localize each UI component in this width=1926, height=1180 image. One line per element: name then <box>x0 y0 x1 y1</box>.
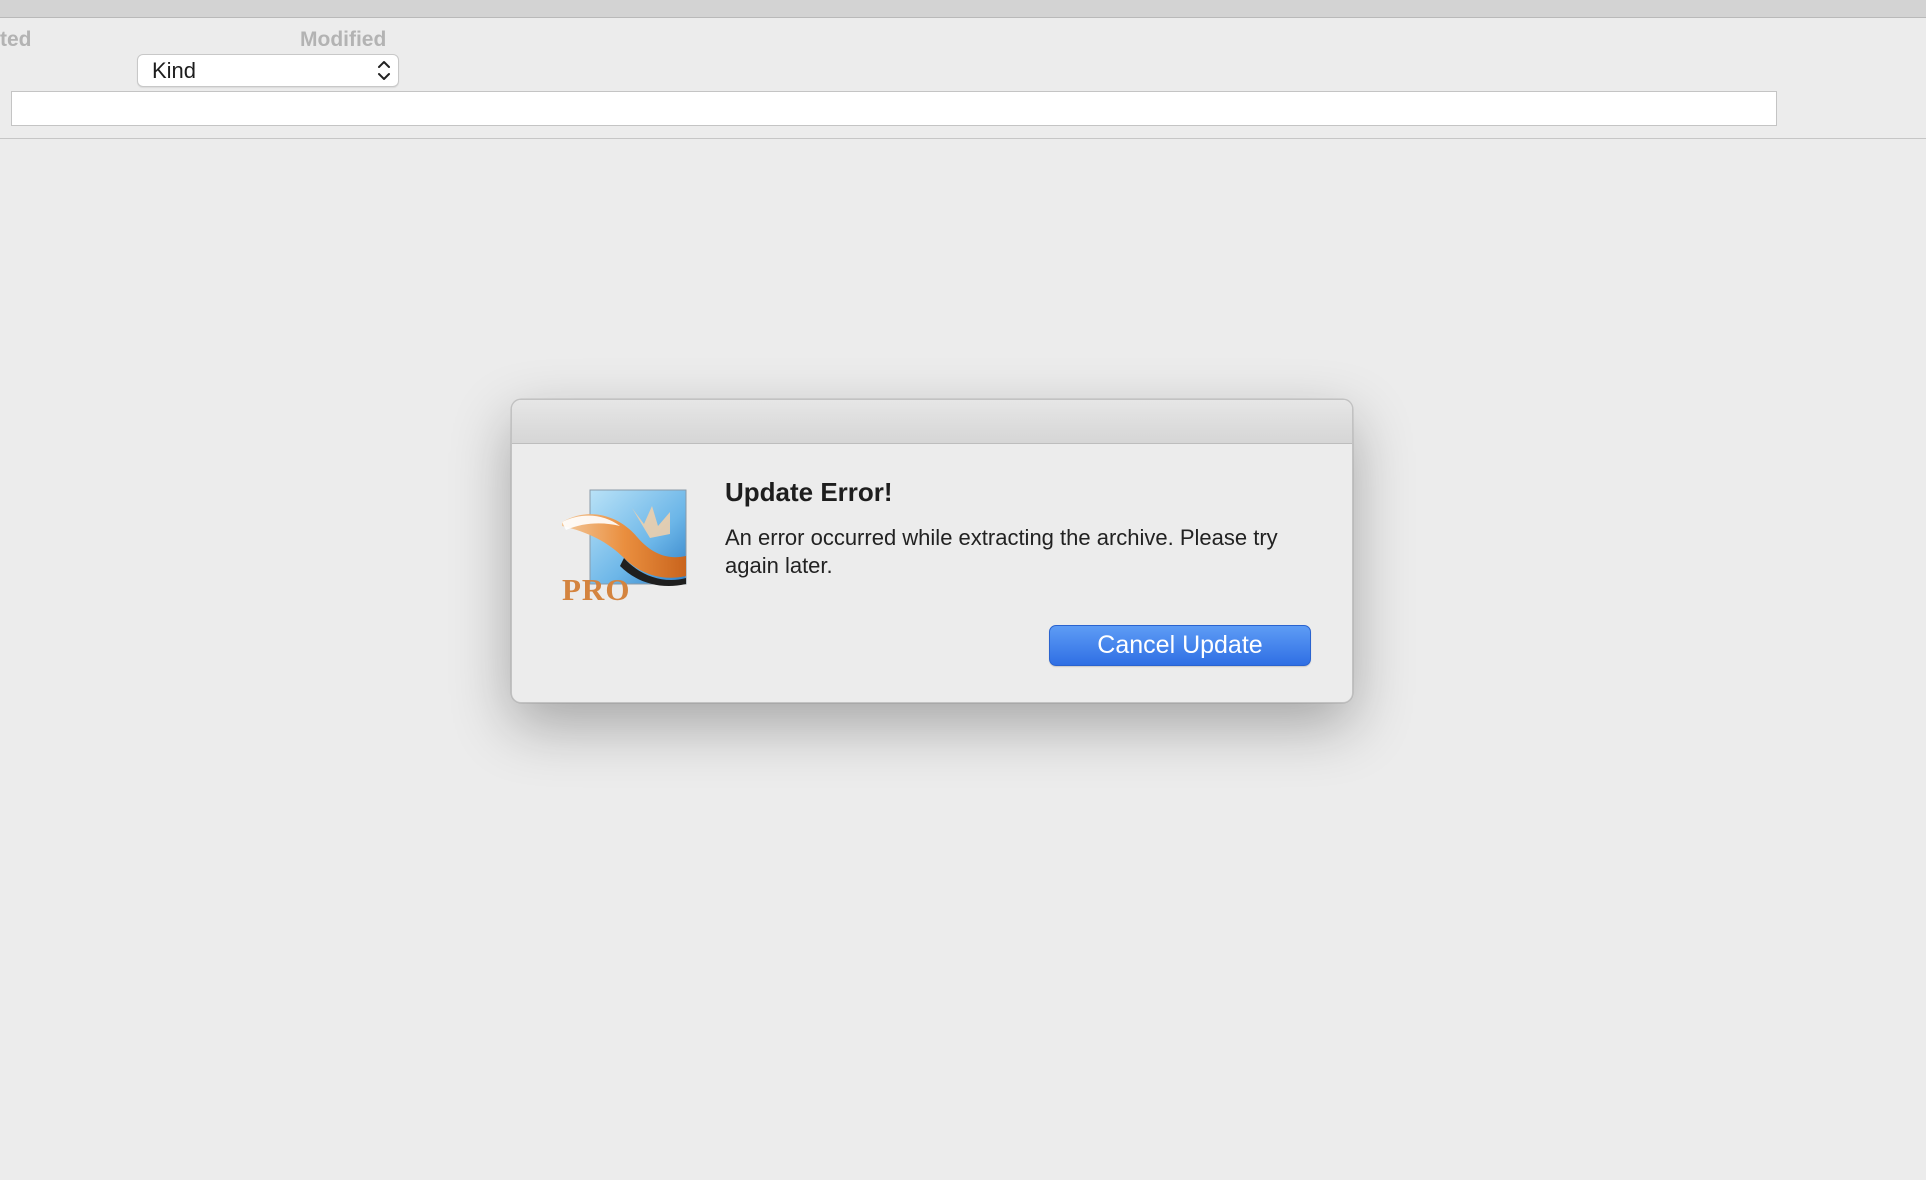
column-header-modified[interactable]: Modified <box>300 28 386 52</box>
dialog-message: An error occurred while extracting the a… <box>725 525 1278 578</box>
column-headers: ted Modified <box>0 24 420 54</box>
search-field[interactable] <box>11 91 1777 126</box>
icon-badge-text: PRO <box>562 572 631 607</box>
kind-select-value: Kind <box>152 58 197 83</box>
title-bar-strip <box>0 0 1926 18</box>
app-pro-icon: PRO <box>560 486 692 608</box>
cancel-update-button[interactable]: Cancel Update <box>1049 625 1311 666</box>
toolbar-divider <box>0 138 1926 139</box>
dialog-title: Update Error! <box>725 477 893 507</box>
dialog-titlebar <box>512 400 1352 444</box>
update-error-dialog: PRO Update Error! An error occurred whil… <box>511 399 1353 703</box>
column-header-created[interactable]: ted <box>0 28 32 52</box>
chevron-up-down-icon <box>376 57 392 84</box>
app-window: ted Modified Kind PRO Update Error! An e… <box>0 0 1926 1180</box>
kind-select[interactable]: Kind <box>137 54 399 87</box>
